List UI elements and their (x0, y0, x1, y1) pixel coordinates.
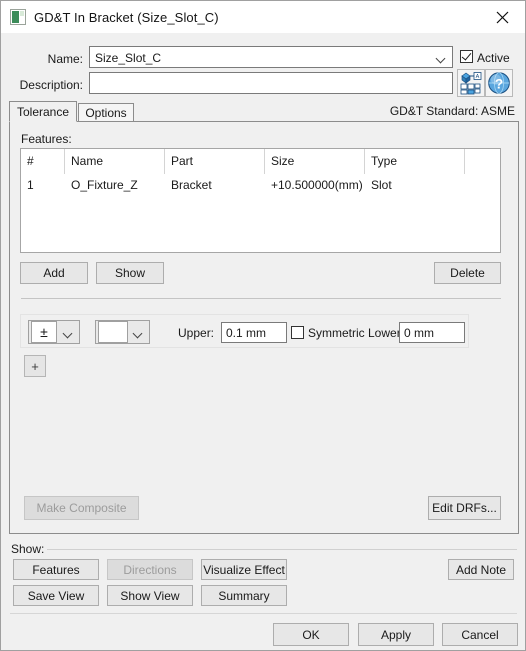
cell-num: 1 (27, 178, 34, 192)
show-view-button[interactable]: Show View (107, 585, 193, 606)
cell-type: Slot (371, 178, 392, 192)
symmetric-lower-label: Symmetric Lower: (308, 326, 405, 340)
column-header-type[interactable]: Type (365, 149, 465, 174)
tab-tolerance[interactable]: Tolerance (9, 101, 77, 122)
name-label: Name: (47, 52, 83, 66)
column-header-name[interactable]: Name (65, 149, 165, 174)
summary-button[interactable]: Summary (201, 585, 287, 606)
features-show-button[interactable]: Features (13, 559, 99, 580)
description-label: Description: (19, 78, 83, 92)
window-title: GD&T In Bracket (Size_Slot_C) (34, 9, 219, 25)
feature-picker-glyph: A (460, 72, 482, 95)
table-row[interactable]: 1 O_Fixture_Z Bracket +10.500000(mm) Slo… (21, 174, 500, 196)
bottom-separator (10, 613, 517, 614)
gdt-dialog-window: GD&T In Bracket (Size_Slot_C) Name: Size… (0, 0, 526, 651)
features-listbox[interactable]: # Name Part Size Type 1 O_Fixture_Z Brac… (20, 148, 501, 253)
chevron-down-icon[interactable] (134, 321, 143, 343)
ok-button[interactable]: OK (273, 623, 349, 646)
close-icon[interactable] (479, 1, 525, 33)
close-glyph (496, 11, 508, 23)
symmetric-lower-checkbox[interactable] (291, 326, 304, 339)
chevron-down-icon[interactable] (437, 47, 446, 67)
plus-minus-symbol: ± (31, 321, 57, 343)
help-icon[interactable]: ? (485, 69, 513, 97)
tolerance-row: ± Upper: Symmetric Lower: (20, 314, 469, 348)
svg-text:A: A (476, 74, 480, 80)
cell-part: Bracket (171, 178, 212, 192)
tolerance-tab-panel: Features: # Name Part Size Type 1 O_Fixt… (9, 121, 519, 534)
name-value: Size_Slot_C (95, 51, 162, 65)
gdt-standard-label: GD&T Standard: ASME (389, 104, 515, 118)
show-button[interactable]: Show (96, 262, 164, 284)
tab-options[interactable]: Options (78, 103, 134, 122)
make-composite-button[interactable]: Make Composite (24, 496, 139, 520)
add-note-button[interactable]: Add Note (448, 559, 514, 580)
edit-drfs-button[interactable]: Edit DRFs... (428, 496, 501, 520)
column-header-size[interactable]: Size (265, 149, 365, 174)
apply-button[interactable]: Apply (358, 623, 434, 646)
gdt-window-icon (10, 9, 26, 25)
active-checkbox[interactable] (460, 50, 473, 63)
show-group-caption: Show: (11, 542, 49, 556)
svg-text:?: ? (495, 75, 504, 91)
cancel-button[interactable]: Cancel (442, 623, 518, 646)
directions-button[interactable]: Directions (107, 559, 193, 580)
features-label: Features: (21, 132, 72, 146)
visualize-effect-button[interactable]: Visualize Effect (201, 559, 287, 580)
show-group-line (47, 549, 517, 550)
active-label: Active (477, 51, 510, 65)
cell-name: O_Fixture_Z (71, 178, 138, 192)
cell-size: +10.500000(mm) (271, 178, 363, 192)
tolerance-symbol-combo[interactable]: ± (28, 320, 80, 344)
column-header-blank[interactable] (465, 149, 500, 174)
lower-input[interactable] (399, 322, 465, 343)
column-header-part[interactable]: Part (165, 149, 265, 174)
features-table-header: # Name Part Size Type (21, 149, 500, 174)
save-view-button[interactable]: Save View (13, 585, 99, 606)
add-tolerance-row-button[interactable]: + (24, 355, 46, 377)
help-globe-glyph: ? (488, 72, 510, 94)
add-button[interactable]: Add (20, 262, 88, 284)
tab-tolerance-label: Tolerance (16, 104, 70, 119)
tolerance-modifier-combo[interactable] (95, 320, 150, 344)
column-header-num[interactable]: # (21, 149, 65, 174)
delete-button[interactable]: Delete (434, 262, 501, 284)
modifier-value (98, 321, 128, 343)
titlebar: GD&T In Bracket (Size_Slot_C) (1, 1, 525, 33)
tab-options-label: Options (85, 106, 127, 120)
chevron-down-icon[interactable] (64, 321, 73, 343)
upper-input[interactable] (221, 322, 287, 343)
feature-picker-icon[interactable]: A (457, 69, 485, 97)
upper-label: Upper: (178, 326, 215, 340)
name-combo[interactable]: Size_Slot_C (89, 46, 453, 68)
tolerance-separator (21, 298, 501, 299)
description-input[interactable] (89, 72, 453, 94)
